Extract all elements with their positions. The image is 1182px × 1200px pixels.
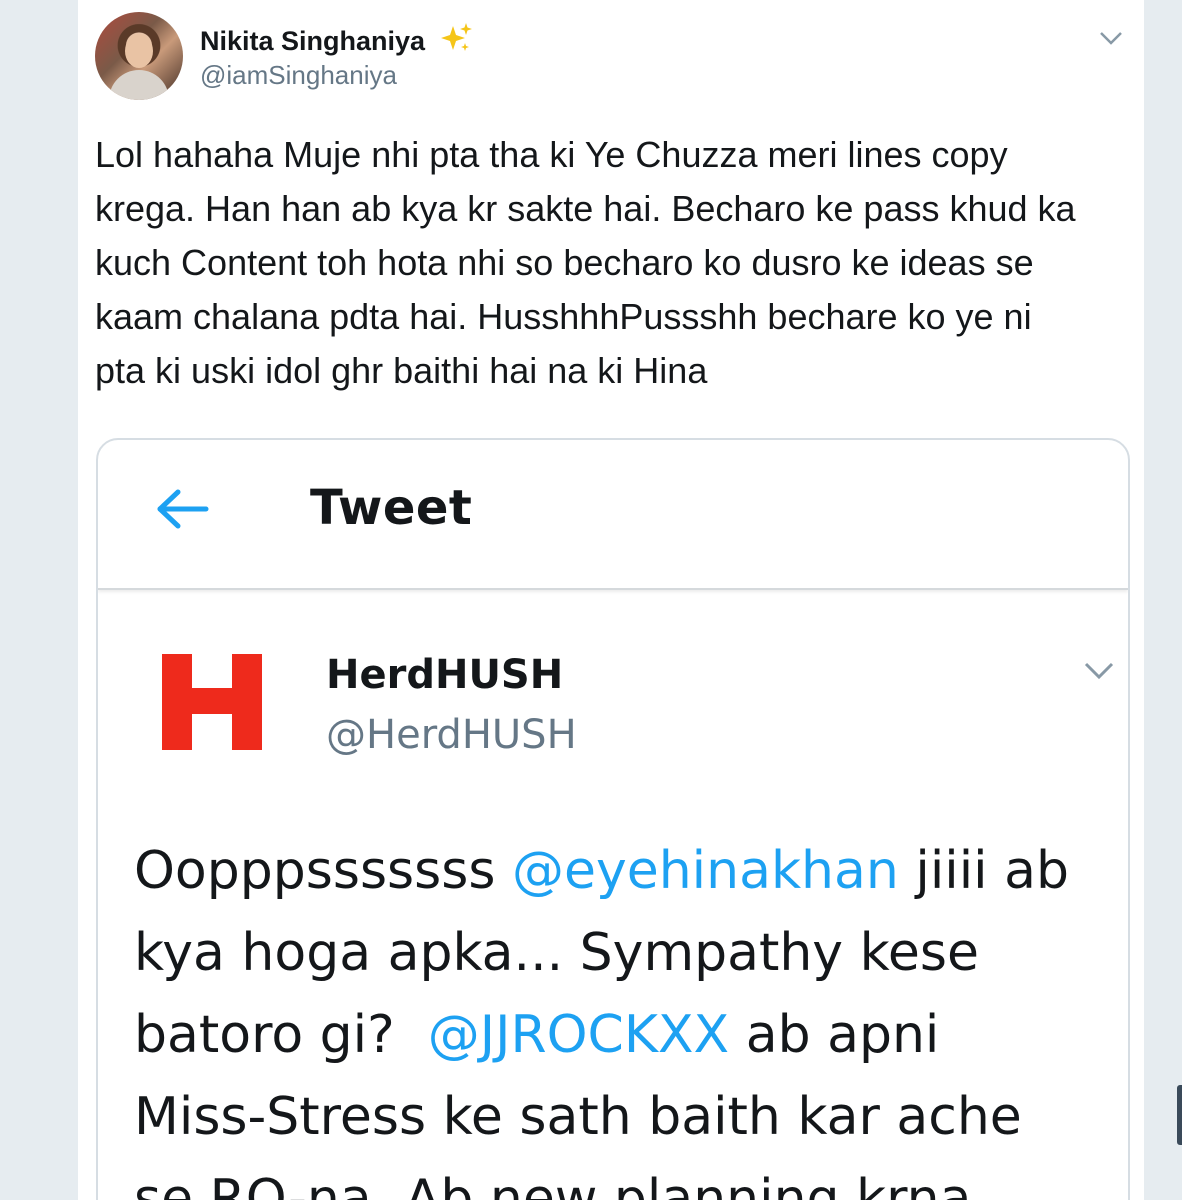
tweet-text-line: kuch Content toh hota nhi so becharo ko … xyxy=(95,242,1034,283)
screenshot-header-title: Tweet xyxy=(310,480,473,536)
quoted-text-line: batoro gi? @JJROCKXX ab apni xyxy=(134,1005,940,1065)
author-handle[interactable]: @iamSinghaniya xyxy=(200,60,397,91)
quoted-text-line: Oopppsssssss @eyehinakhan jiiii ab xyxy=(134,841,1070,901)
tweet-card: Nikita Singhaniya @iamSinghaniya Lol hah… xyxy=(78,0,1144,1200)
tweet-text-line: kaam chalana pdta hai. HusshhhPussshh be… xyxy=(95,296,1032,337)
quoted-text-line: Miss-Stress ke sath baith kar ache xyxy=(134,1087,1022,1147)
quoted-author-name: HerdHUSH xyxy=(326,652,564,698)
scroll-edge xyxy=(1177,1085,1182,1145)
author-name-text: Nikita Singhaniya xyxy=(200,26,426,56)
back-arrow-icon xyxy=(157,489,209,529)
quoted-text-line: kya hoga apka... Sympathy kese xyxy=(134,923,979,983)
screenshot-header: Tweet xyxy=(98,440,1128,590)
avatar-face xyxy=(125,34,153,68)
author-name[interactable]: Nikita Singhaniya xyxy=(200,22,473,61)
herdhush-logo xyxy=(160,650,264,754)
avatar-body xyxy=(109,70,169,100)
tweet-text-line: krega. Han han ab kya kr sakte hai. Bech… xyxy=(95,188,1076,229)
quoted-tweet-text: Oopppsssssss @eyehinakhan jiiii ab kya h… xyxy=(134,830,1114,1200)
quoted-text-line: se RO-na. Ab new planning krna. xyxy=(134,1169,988,1200)
tweet-text-line: Lol hahaha Muje nhi pta tha ki Ye Chuzza… xyxy=(95,134,1008,175)
sparkles-icon xyxy=(439,22,473,61)
tweet-text-line: pta ki uski idol ghr baithi hai na ki Hi… xyxy=(95,350,708,391)
attached-screenshot[interactable]: Tweet HerdHUSH @HerdHUSH Oopppsssssss @e… xyxy=(96,438,1130,1200)
quoted-author-handle: @HerdHUSH xyxy=(326,712,577,758)
author-avatar[interactable] xyxy=(95,12,183,100)
mention-link: @eyehinakhan xyxy=(511,841,899,901)
chevron-down-icon[interactable] xyxy=(1098,28,1124,48)
mention-link: @JJROCKXX xyxy=(427,1005,730,1065)
tweet-text: Lol hahaha Muje nhi pta tha ki Ye Chuzza… xyxy=(95,128,1135,398)
chevron-down-icon xyxy=(1084,662,1114,680)
